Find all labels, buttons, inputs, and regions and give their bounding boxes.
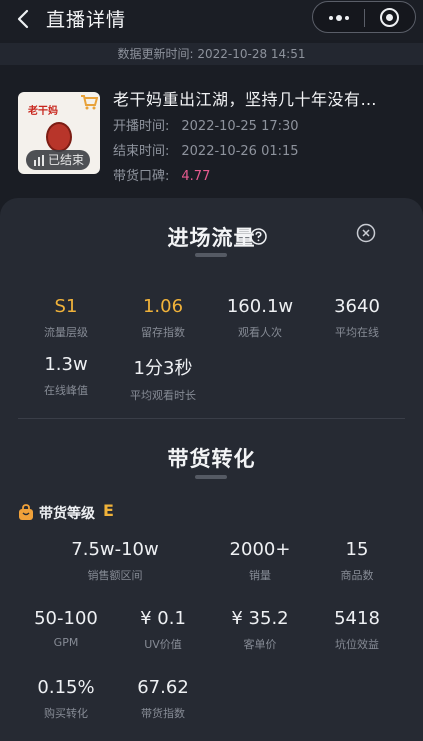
stat-label: 在线峰值 (44, 384, 88, 397)
end-time-value: 2022-10-26 01:15 (181, 144, 299, 159)
end-time-row: 结束时间: 2022-10-26 01:15 (113, 140, 299, 159)
stat-avg-online: 3640 平均在线 (307, 296, 407, 340)
stat-value: 2000+ (229, 539, 291, 560)
stat-label: GPM (53, 636, 79, 649)
mini-program-capsule (312, 1, 416, 33)
close-icon[interactable] (356, 223, 376, 243)
brand-portrait (46, 122, 72, 152)
stat-uv-value: ¥ 0.1 UV价值 (108, 608, 218, 652)
stat-label: 平均在线 (335, 326, 379, 339)
stat-retention-index: 1.06 留存指数 (113, 296, 213, 340)
stat-sales-index: 67.62 带货指数 (108, 677, 218, 721)
end-time-label: 结束时间: (113, 144, 170, 159)
stat-label: 购买转化 (44, 707, 88, 720)
stat-label: 带货指数 (141, 707, 185, 720)
stat-slot-efficiency: 5418 坑位效益 (302, 608, 412, 652)
stat-value: 3640 (334, 296, 380, 317)
stat-purchase-conversion: 0.15% 购买转化 (11, 677, 121, 721)
start-time-row: 开播时间: 2022-10-25 17:30 (113, 115, 299, 134)
stats-sheet: 进场流量 S1 流量层级 1.06 留存指数 160.1w 观看人次 3640 … (0, 198, 423, 741)
stat-value: ¥ 35.2 (231, 608, 289, 629)
start-time-label: 开播时间: (113, 119, 170, 134)
status-badge: 已结束 (26, 150, 90, 170)
stat-value: 15 (345, 539, 369, 560)
stat-label: 商品数 (340, 569, 374, 582)
update-time-bar: 数据更新时间: 2022-10-28 14:51 (0, 43, 423, 65)
page-title: 直播详情 (46, 9, 127, 31)
traffic-handle (195, 253, 227, 257)
rating-row: 带货口碑: 4.77 (113, 165, 210, 184)
back-arrow-icon[interactable] (14, 9, 34, 29)
stat-avg-order-price: ¥ 35.2 客单价 (205, 608, 315, 652)
stat-value: S1 (54, 296, 78, 317)
stat-avg-watch-time: 1分3秒 平均观看时长 (113, 354, 213, 403)
rating-value: 4.77 (181, 169, 211, 184)
stat-label: 流量层级 (44, 326, 88, 339)
live-title: 老干妈重出江湖，坚持几十年没有… (113, 90, 378, 109)
close-target-icon[interactable] (379, 7, 400, 28)
stat-value: 1分3秒 (133, 358, 193, 379)
stat-value: ¥ 0.1 (140, 608, 186, 629)
stat-gpm: 50-100 GPM (11, 608, 121, 649)
stat-value: 5418 (334, 608, 380, 629)
stat-label: 坑位效益 (335, 638, 379, 651)
stat-value: 1.06 (142, 296, 184, 317)
shopping-bag-icon (19, 504, 33, 520)
more-dots-icon[interactable] (327, 13, 351, 23)
stat-label: 留存指数 (141, 326, 185, 339)
stat-label: UV价值 (144, 638, 182, 651)
thumb-brand-text: 老干妈 (28, 106, 58, 117)
cart-icon (81, 95, 98, 110)
stat-peak-online: 1.3w 在线峰值 (16, 354, 116, 398)
help-icon[interactable] (250, 228, 267, 245)
sales-grade-label: 带货等级 (39, 506, 95, 522)
stat-sales-range: 7.5w-10w 销售额区间 (60, 539, 170, 583)
stat-views: 160.1w 观看人次 (210, 296, 310, 340)
stat-sales-volume: 2000+ 销量 (205, 539, 315, 583)
rating-label: 带货口碑: (113, 169, 170, 184)
stat-label: 销量 (249, 569, 271, 582)
conversion-handle (195, 475, 227, 479)
live-summary[interactable]: 老干妈 已结束 老干妈重出江湖，坚持几十年没有… 开播时间: 2022-10-25… (0, 65, 423, 200)
start-time-value: 2022-10-25 17:30 (181, 119, 299, 134)
nav-bar: 直播详情 (0, 0, 423, 40)
stat-value: 67.62 (137, 677, 189, 698)
stat-value: 0.15% (37, 677, 95, 698)
stat-label: 观看人次 (238, 326, 282, 339)
stat-traffic-level: S1 流量层级 (16, 296, 116, 340)
stat-value: 1.3w (44, 354, 88, 375)
stat-label: 平均观看时长 (130, 389, 196, 402)
capsule-divider (364, 9, 365, 27)
bar-chart-icon (34, 155, 44, 166)
status-badge-label: 已结束 (48, 153, 85, 167)
stat-value: 50-100 (34, 608, 98, 629)
stat-value: 7.5w-10w (71, 539, 159, 560)
conversion-section-title: 带货转化 (167, 447, 256, 471)
stat-label: 销售额区间 (87, 569, 143, 582)
section-divider (18, 418, 405, 419)
stat-label: 客单价 (243, 638, 277, 651)
stat-value: 160.1w (226, 296, 294, 317)
sales-grade-value: E (103, 501, 114, 520)
stat-product-count: 15 商品数 (302, 539, 412, 583)
